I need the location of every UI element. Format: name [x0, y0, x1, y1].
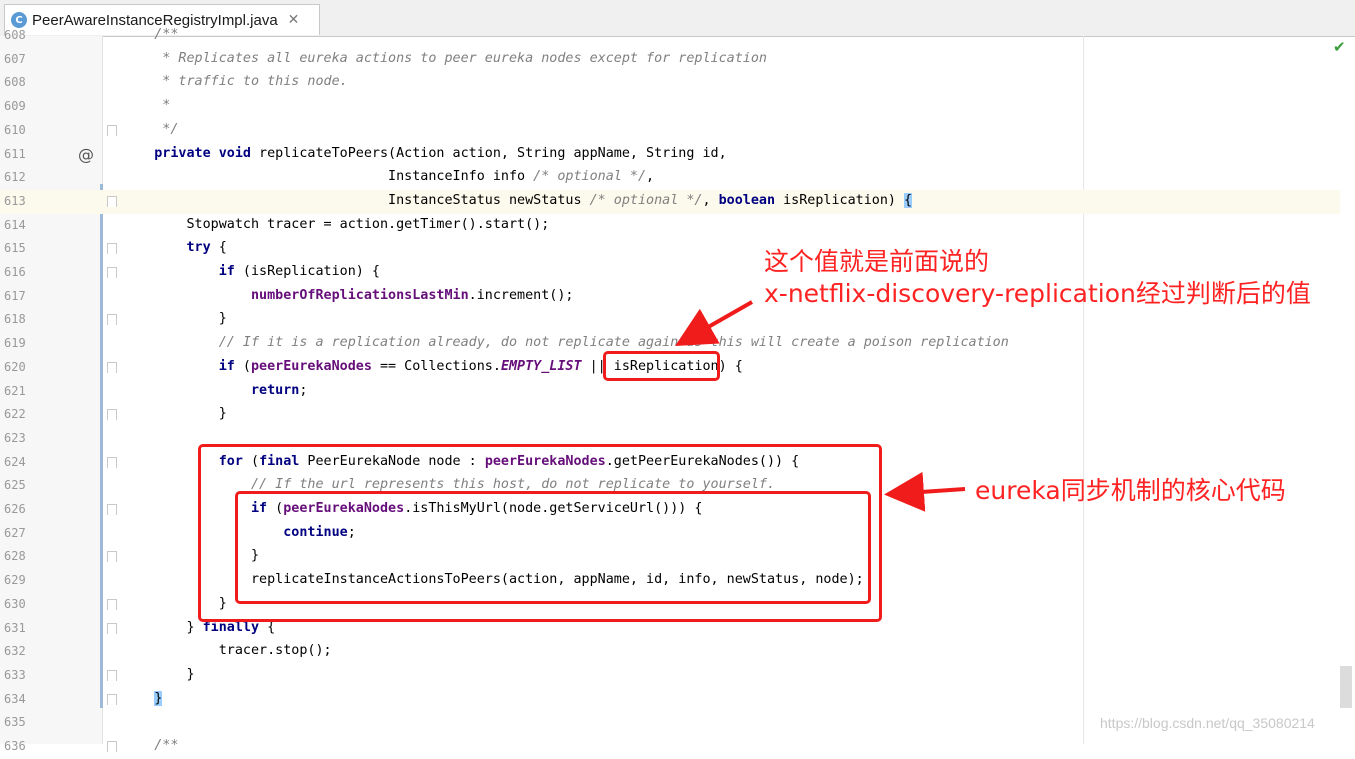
watermark: https://blog.csdn.net/qq_35080214 [1100, 715, 1315, 731]
annotation-note-2: eureka同步机制的核心代码 [975, 476, 1286, 505]
annotation-arrows [675, 300, 966, 512]
arrow-to-core-code [884, 471, 966, 512]
annotation-note-1-line-2: x-netflix-discovery-replication经过判断后的值 [764, 279, 1311, 308]
arrow-to-isreplication [675, 300, 753, 346]
annotation-note-1-line-1: 这个值就是前面说的 [764, 247, 990, 276]
